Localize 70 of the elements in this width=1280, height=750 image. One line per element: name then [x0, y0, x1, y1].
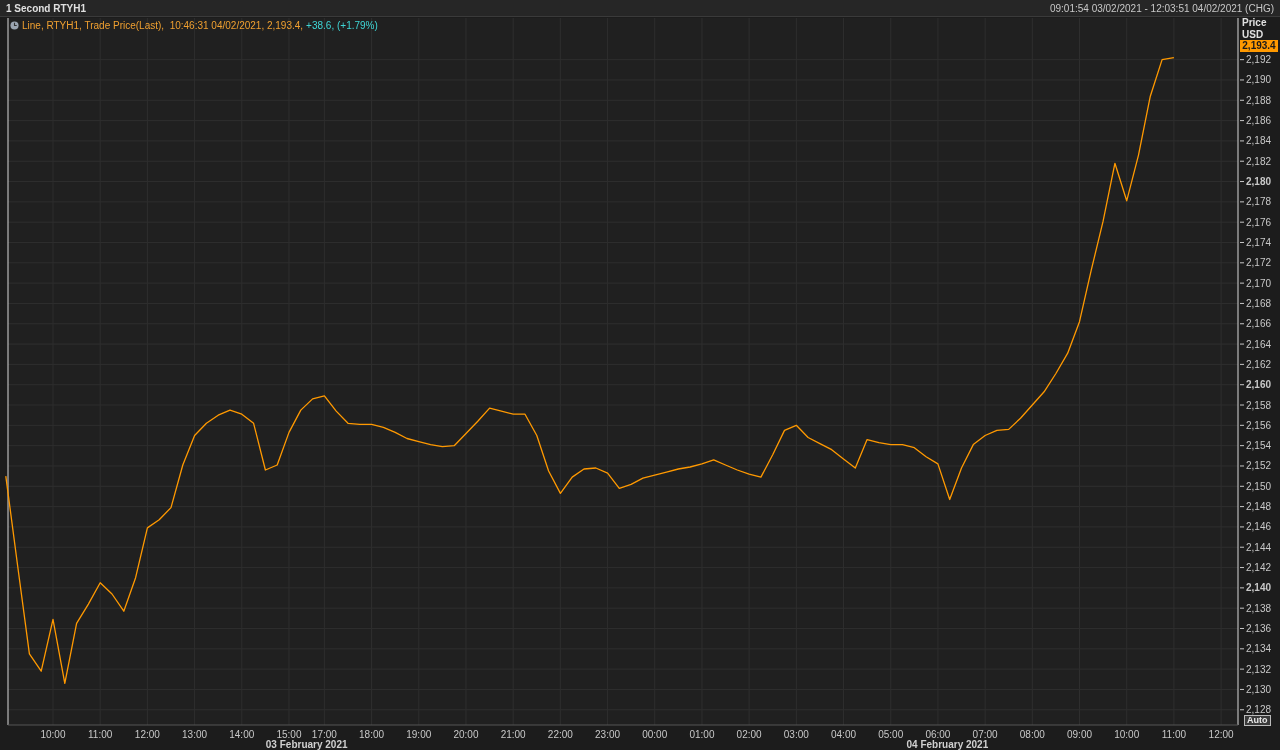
x-tick-label: 10:00: [1114, 729, 1140, 740]
y-tick-label: 2,142: [1246, 562, 1272, 574]
y-tick-label: 2,136: [1246, 623, 1272, 634]
last-price-badge: 2,193.4: [1240, 40, 1278, 52]
y-tick-label: 2,156: [1246, 419, 1272, 431]
y-tick-label: 2,130: [1246, 683, 1272, 695]
x-tick-label: 06:00: [925, 729, 951, 740]
y-tick-label: 2,174: [1246, 237, 1272, 248]
x-tick-label: 15:00: [276, 729, 302, 740]
x-tick-label: 14:00: [229, 729, 255, 740]
y-tick-label: 2,188: [1246, 94, 1272, 106]
y-tick-label: 2,166: [1246, 318, 1272, 330]
y-tick-label: 2,184: [1246, 135, 1272, 147]
y-tick-label: 2,152: [1246, 460, 1272, 472]
y-tick-label: 2,160: [1246, 379, 1272, 391]
x-tick-label: 21:00: [500, 729, 526, 740]
date-label: 04 February 2021: [906, 739, 989, 750]
x-tick-label: 02:00: [736, 729, 762, 740]
x-tick-label: 04:00: [831, 729, 857, 740]
x-tick-label: 12:00: [1208, 729, 1234, 740]
y-tick-label: 2,140: [1246, 582, 1272, 594]
date-range: 09:01:54 03/02/2021 - 12:03:51 04/02/2021 (CHG): [1049, 1, 1274, 16]
x-tick-label: 19:00: [406, 729, 432, 740]
x-tick-label: 07:00: [972, 729, 998, 740]
change-value: +38.6, (+1.79%): [306, 19, 378, 33]
y-tick-label: 2,186: [1246, 115, 1272, 127]
y-tick-label: 2,176: [1246, 216, 1272, 228]
y-tick-label: 2,132: [1246, 663, 1272, 675]
y-tick-label: 2,180: [1246, 176, 1272, 188]
series-legend: Line, RTYH1, Trade Price(Last), 10:46:31 04/02/2021, 2,193.4,: [22, 18, 304, 33]
x-tick-label: 20:00: [453, 729, 479, 740]
auto-button[interactable]: Auto: [1244, 715, 1271, 726]
y-tick-label: 2,154: [1246, 440, 1272, 452]
y-tick-label: 2,150: [1246, 480, 1272, 492]
x-tick-label: 09:00: [1067, 729, 1093, 740]
y-tick-label: 2,190: [1246, 74, 1272, 86]
y-tick-label: 2,172: [1246, 257, 1272, 269]
y-tick-label: 2,192: [1246, 54, 1272, 66]
y-tick-label: 2,178: [1246, 196, 1272, 208]
clock-icon[interactable]: [10, 21, 19, 30]
y-tick-label: 2,162: [1246, 358, 1272, 370]
x-tick-label: 11:00: [88, 729, 113, 740]
x-tick-label: 12:00: [134, 729, 160, 740]
y-tick-label: 2,128: [1246, 704, 1272, 716]
y-tick-label: 2,164: [1246, 338, 1272, 350]
y-tick-label: 2,168: [1246, 297, 1272, 309]
window-title: 1 Second RTYH1: [6, 1, 87, 16]
y-tick-label: 2,182: [1246, 155, 1272, 167]
x-tick-label: 18:00: [359, 729, 385, 740]
y-tick-label: 2,158: [1246, 399, 1272, 411]
x-tick-label: 17:00: [311, 729, 337, 740]
x-tick-label: 23:00: [595, 729, 621, 740]
y-tick-label: 2,138: [1246, 602, 1272, 614]
y-tick-label: 2,146: [1246, 521, 1272, 533]
x-tick-label: 11:00: [1161, 729, 1187, 740]
x-tick-label: 00:00: [642, 729, 668, 740]
axis-unit: USD: [1242, 29, 1265, 41]
axis-title: Price: [1242, 17, 1267, 29]
x-tick-label: 05:00: [878, 729, 904, 740]
x-tick-label: 08:00: [1019, 729, 1045, 740]
x-tick-label: 13:00: [182, 729, 208, 740]
x-tick-label: 10:00: [40, 729, 66, 740]
x-tick-label: 01:00: [689, 729, 715, 740]
x-tick-label: 22:00: [547, 729, 573, 740]
y-tick-label: 2,148: [1246, 501, 1272, 513]
y-tick-label: 2,134: [1246, 643, 1272, 655]
date-label: 03 February 2021: [265, 739, 348, 750]
x-tick-label: 03:00: [783, 729, 809, 740]
y-tick-label: 2,170: [1246, 277, 1272, 289]
y-tick-label: 2,144: [1246, 541, 1272, 553]
